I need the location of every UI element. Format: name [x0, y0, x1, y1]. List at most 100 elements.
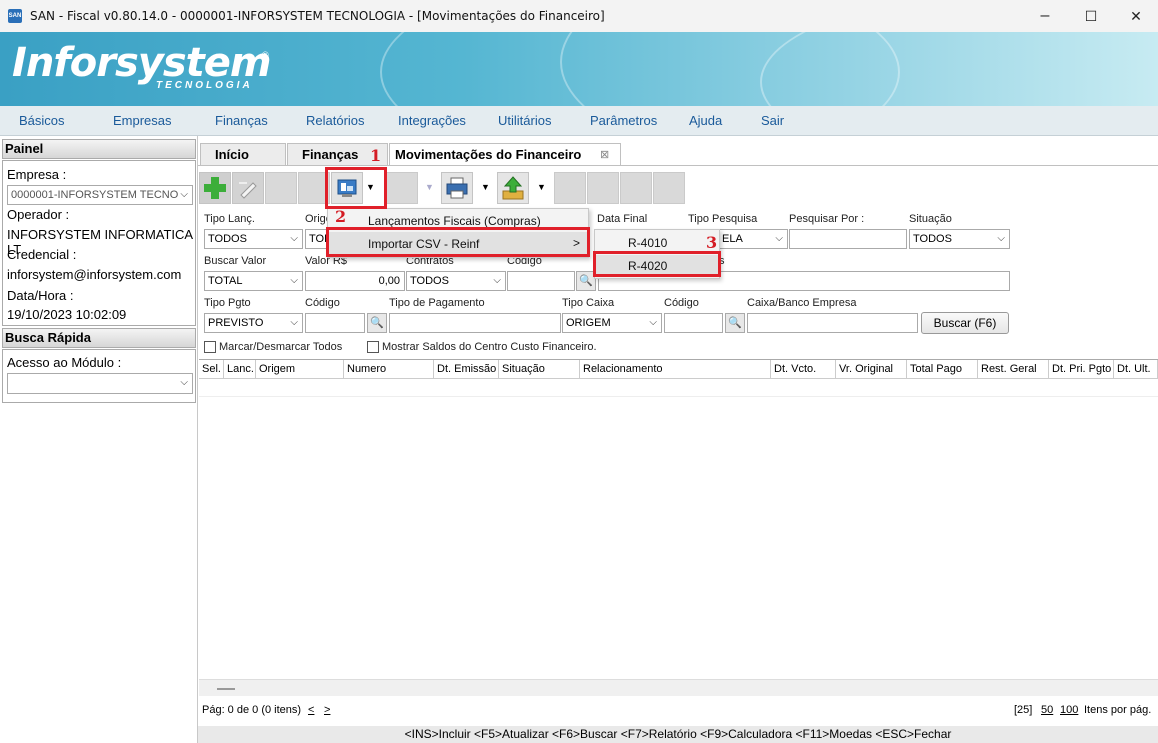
print-button[interactable]: [441, 172, 473, 204]
operador-label: Operador :: [7, 207, 70, 222]
tipo-lanc-select[interactable]: TODOS ⌵: [204, 229, 303, 249]
marcar-todos-checkbox[interactable]: [204, 341, 216, 353]
column-header[interactable]: Numero: [344, 360, 434, 379]
upload-icon: [502, 176, 524, 200]
chevron-down-icon: ⌵: [180, 377, 188, 388]
app-icon: SAN: [8, 9, 22, 23]
disabled-dropdown-arrow: ▼: [425, 182, 434, 192]
annotation-label-3: 3: [706, 233, 718, 252]
scroll-thumb[interactable]: [217, 688, 235, 690]
menu-financas[interactable]: Finanças: [215, 113, 268, 128]
maximize-button[interactable]: ☐: [1068, 0, 1114, 32]
tipo-pagamento-label: Tipo de Pagamento: [389, 297, 485, 309]
column-header[interactable]: Origem: [256, 360, 344, 379]
busca-rapida-header: Busca Rápida: [2, 328, 196, 348]
tab-close-icon[interactable]: ⊠: [600, 144, 609, 166]
column-header[interactable]: Total Pago: [907, 360, 978, 379]
menu-item-r4010[interactable]: R-4010: [628, 236, 667, 250]
tab-movimentacoes[interactable]: Movimentações do Financeiro ⊠: [389, 143, 621, 165]
title-bar: SAN SAN - Fiscal v0.80.14.0 - 0000001-IN…: [0, 0, 1158, 32]
annotation-label-2: 2: [335, 207, 347, 226]
column-header[interactable]: Vr. Original: [836, 360, 907, 379]
contratos-select[interactable]: TODOS ⌵: [406, 271, 506, 291]
situacao-select[interactable]: TODOS ⌵: [909, 229, 1010, 249]
page-size-50-link[interactable]: 50: [1041, 704, 1053, 716]
codigo-label-2: Código: [305, 297, 340, 309]
horizontal-scrollbar[interactable]: [199, 679, 1158, 696]
mostrar-saldos-label: Mostrar Saldos do Centro Custo Financeir…: [382, 341, 597, 353]
add-button[interactable]: [199, 172, 231, 204]
toolbar-button-10[interactable]: [554, 172, 586, 204]
buscar-valor-select[interactable]: TOTAL ⌵: [204, 271, 303, 291]
empresa-label: Empresa :: [7, 167, 67, 182]
menu-integracoes[interactable]: Integrações: [398, 113, 466, 128]
menu-utilitarios[interactable]: Utilitários: [498, 113, 551, 128]
caixa-banco-label: Caixa/Banco Empresa: [747, 297, 857, 309]
empty-row: [199, 379, 1158, 397]
menu-ajuda[interactable]: Ajuda: [689, 113, 722, 128]
chevron-down-icon: ⌵: [290, 317, 298, 328]
tipo-lanc-value: TODOS: [208, 233, 247, 245]
page-size-current: [25]: [1014, 704, 1033, 716]
tipo-pgto-select[interactable]: PREVISTO ⌵: [204, 313, 303, 333]
toolbar-button-6[interactable]: [386, 172, 418, 204]
column-header[interactable]: Dt. Pri. Pgto: [1049, 360, 1114, 379]
valor-input[interactable]: 0,00: [305, 271, 405, 291]
tipo-pgto-value: PREVISTO: [208, 317, 264, 329]
menu-parametros[interactable]: Parâmetros: [590, 113, 657, 128]
column-header[interactable]: Dt. Ult.: [1114, 360, 1158, 379]
column-header[interactable]: Dt. Emissão: [434, 360, 499, 379]
print-dropdown-arrow[interactable]: ▼: [481, 182, 490, 192]
annotation-box-2: [326, 227, 590, 257]
search-icon[interactable]: 🔍: [725, 313, 745, 333]
next-page-link[interactable]: >: [324, 704, 330, 716]
tipo-caixa-select[interactable]: ORIGEM ⌵: [562, 313, 662, 333]
credencial-value: inforsystem@inforsystem.com: [7, 267, 182, 282]
toolbar-button-13[interactable]: [653, 172, 685, 204]
export-button[interactable]: [497, 172, 529, 204]
acesso-modulo-select[interactable]: ⌵: [7, 373, 193, 394]
tipo-pesquisa-select[interactable]: ELA ⌵: [718, 229, 788, 249]
tipo-pgto-label: Tipo Pgto: [204, 297, 251, 309]
toolbar-button-3[interactable]: [265, 172, 297, 204]
pesquisar-por-input[interactable]: [789, 229, 907, 249]
plus-icon: [204, 177, 226, 199]
codigo-input-2[interactable]: [305, 313, 365, 333]
buscar-button[interactable]: Buscar (F6): [921, 312, 1009, 334]
menu-empresas[interactable]: Empresas: [113, 113, 172, 128]
page-size-100-link[interactable]: 100: [1060, 704, 1078, 716]
codigo-input-1[interactable]: [507, 271, 575, 291]
minimize-button[interactable]: –: [1022, 0, 1068, 32]
tipo-pagamento-input[interactable]: [389, 313, 561, 333]
toolbar-button-12[interactable]: [620, 172, 652, 204]
caixa-banco-input[interactable]: [747, 313, 918, 333]
brand-subtitle: TECNOLOGIA: [156, 80, 253, 91]
toolbar-button-11[interactable]: [587, 172, 619, 204]
close-button[interactable]: ✕: [1113, 0, 1158, 32]
prev-page-link[interactable]: <: [308, 704, 314, 716]
search-icon[interactable]: 🔍: [367, 313, 387, 333]
menu-item-lancamentos-fiscais[interactable]: Lançamentos Fiscais (Compras): [368, 214, 541, 228]
column-header[interactable]: Dt. Vcto.: [771, 360, 836, 379]
chevron-down-icon: ⌵: [493, 275, 501, 286]
printer-icon: [446, 177, 468, 199]
empresa-select[interactable]: 0000001-INFORSYSTEM TECNO ⌵: [7, 185, 193, 205]
edit-button[interactable]: [232, 172, 264, 204]
codigo-input-3[interactable]: [664, 313, 723, 333]
column-header[interactable]: Relacionamento: [580, 360, 771, 379]
menu-sair[interactable]: Sair: [761, 113, 784, 128]
export-dropdown-arrow[interactable]: ▼: [537, 182, 546, 192]
menu-basicos[interactable]: Básicos: [19, 113, 65, 128]
menu-relatorios[interactable]: Relatórios: [306, 113, 365, 128]
column-header[interactable]: Lanc.: [224, 360, 256, 379]
tab-divider: [198, 165, 1158, 166]
page-info: Pág: 0 de 0 (0 itens): [202, 704, 302, 716]
column-header[interactable]: Rest. Geral: [978, 360, 1049, 379]
column-header[interactable]: Situação: [499, 360, 580, 379]
header-banner: Inforsystem ® TECNOLOGIA: [0, 32, 1158, 106]
column-header[interactable]: Sel.: [199, 360, 224, 379]
situacao-label: Situação: [909, 213, 952, 225]
tab-inicio[interactable]: Início: [200, 143, 286, 165]
marcar-todos-label: Marcar/Desmarcar Todos: [219, 341, 343, 353]
mostrar-saldos-checkbox[interactable]: [367, 341, 379, 353]
